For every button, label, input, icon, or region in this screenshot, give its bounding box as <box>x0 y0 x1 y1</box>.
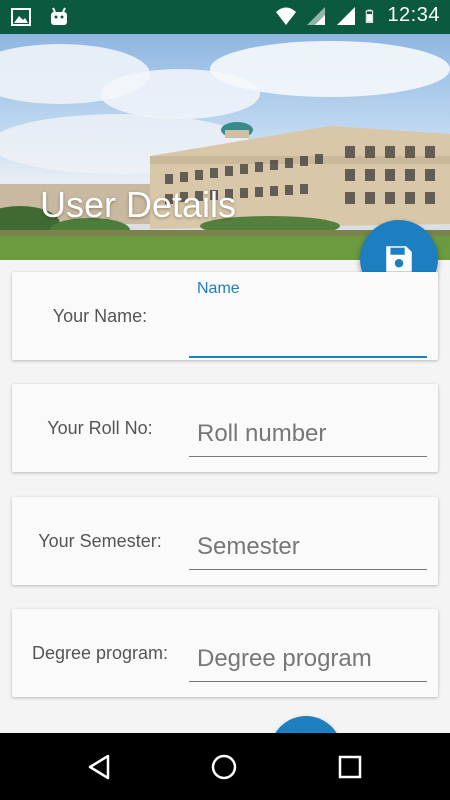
status-bar: 12:34 <box>0 0 450 34</box>
semester-card: Your Semester: Semester <box>12 497 438 585</box>
name-label: Your Name: <box>52 305 148 326</box>
recents-icon[interactable] <box>336 753 364 781</box>
image-icon <box>11 8 31 26</box>
page-title: User Details <box>40 184 237 225</box>
roll-number-label: Your Roll No: <box>47 417 153 438</box>
degree-program-input[interactable]: Degree program <box>189 637 427 682</box>
name-input[interactable] <box>189 312 427 358</box>
android-icon <box>51 7 67 25</box>
signal-icon <box>337 6 356 25</box>
home-icon[interactable] <box>210 753 238 781</box>
degree-program-label: Degree program: <box>31 642 169 663</box>
semester-input[interactable]: Semester <box>189 525 427 570</box>
roll-number-input[interactable]: Roll number <box>189 412 427 457</box>
roll-number-card: Your Roll No: Roll number <box>12 384 438 472</box>
degree-program-placeholder: Degree program <box>197 645 372 672</box>
battery-icon <box>366 9 374 23</box>
save-icon <box>386 246 412 272</box>
semester-placeholder: Semester <box>197 533 300 560</box>
signal-icon <box>307 6 326 25</box>
degree-program-card: Degree program: Degree program <box>12 609 438 697</box>
clock: 12:34 <box>387 4 440 26</box>
wifi-icon <box>276 7 297 25</box>
semester-label: Your Semester: <box>38 530 162 551</box>
back-icon[interactable] <box>86 753 114 781</box>
name-card: Your Name: Name <box>12 272 438 360</box>
name-floating-label: Name <box>197 280 240 297</box>
roll-number-placeholder: Roll number <box>197 420 327 447</box>
navigation-bar <box>0 733 450 800</box>
